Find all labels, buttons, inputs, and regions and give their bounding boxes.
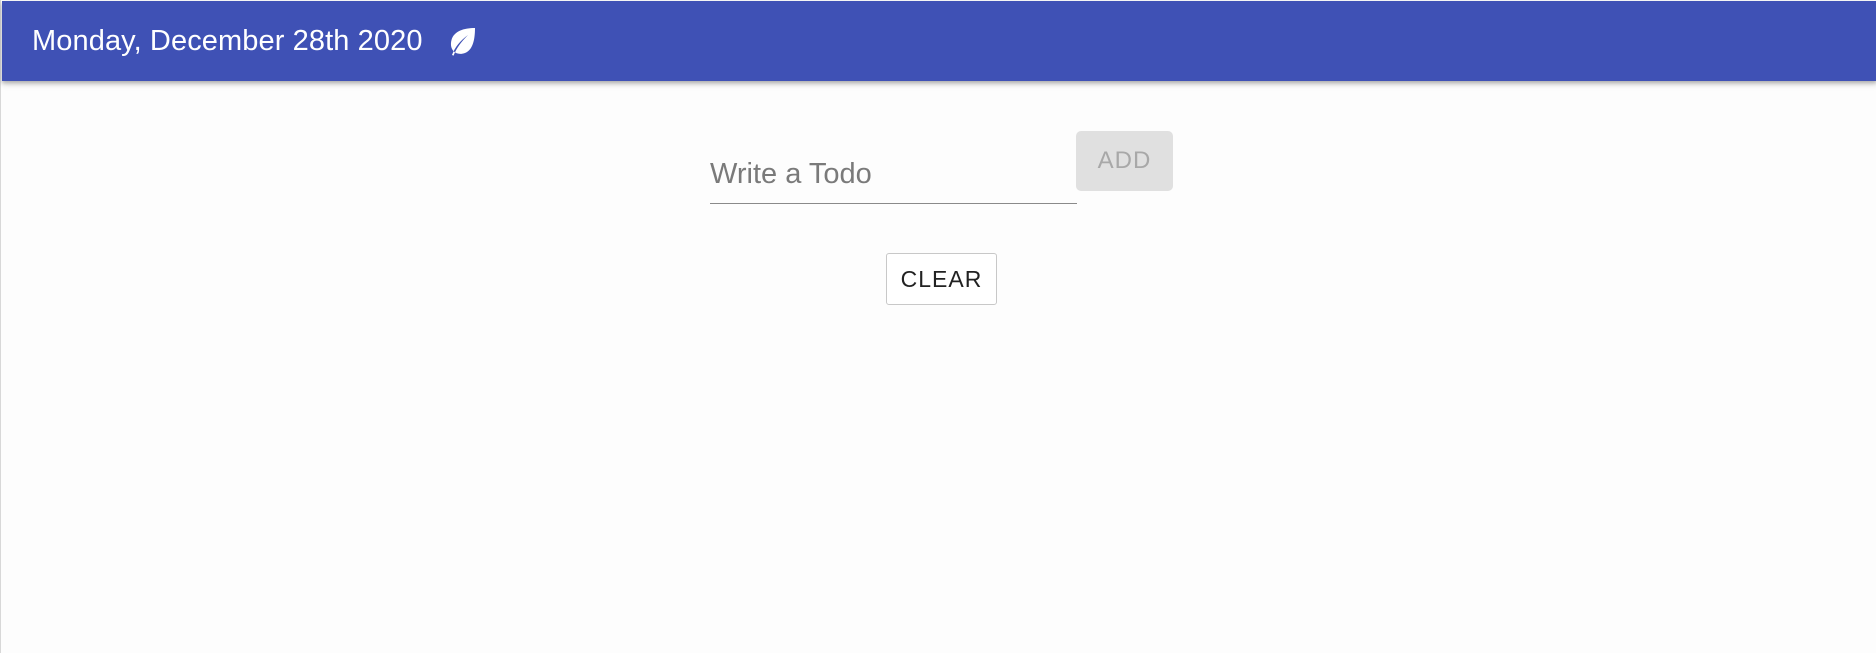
date-title: Monday, December 28th 2020 <box>32 24 423 57</box>
add-button[interactable]: ADD <box>1076 131 1173 191</box>
todo-input[interactable] <box>710 154 1077 194</box>
clear-button[interactable]: CLEAR <box>886 253 997 305</box>
todo-input-field <box>710 146 1077 204</box>
app-bar: Monday, December 28th 2020 <box>2 1 1876 81</box>
leaf-icon <box>445 24 479 58</box>
